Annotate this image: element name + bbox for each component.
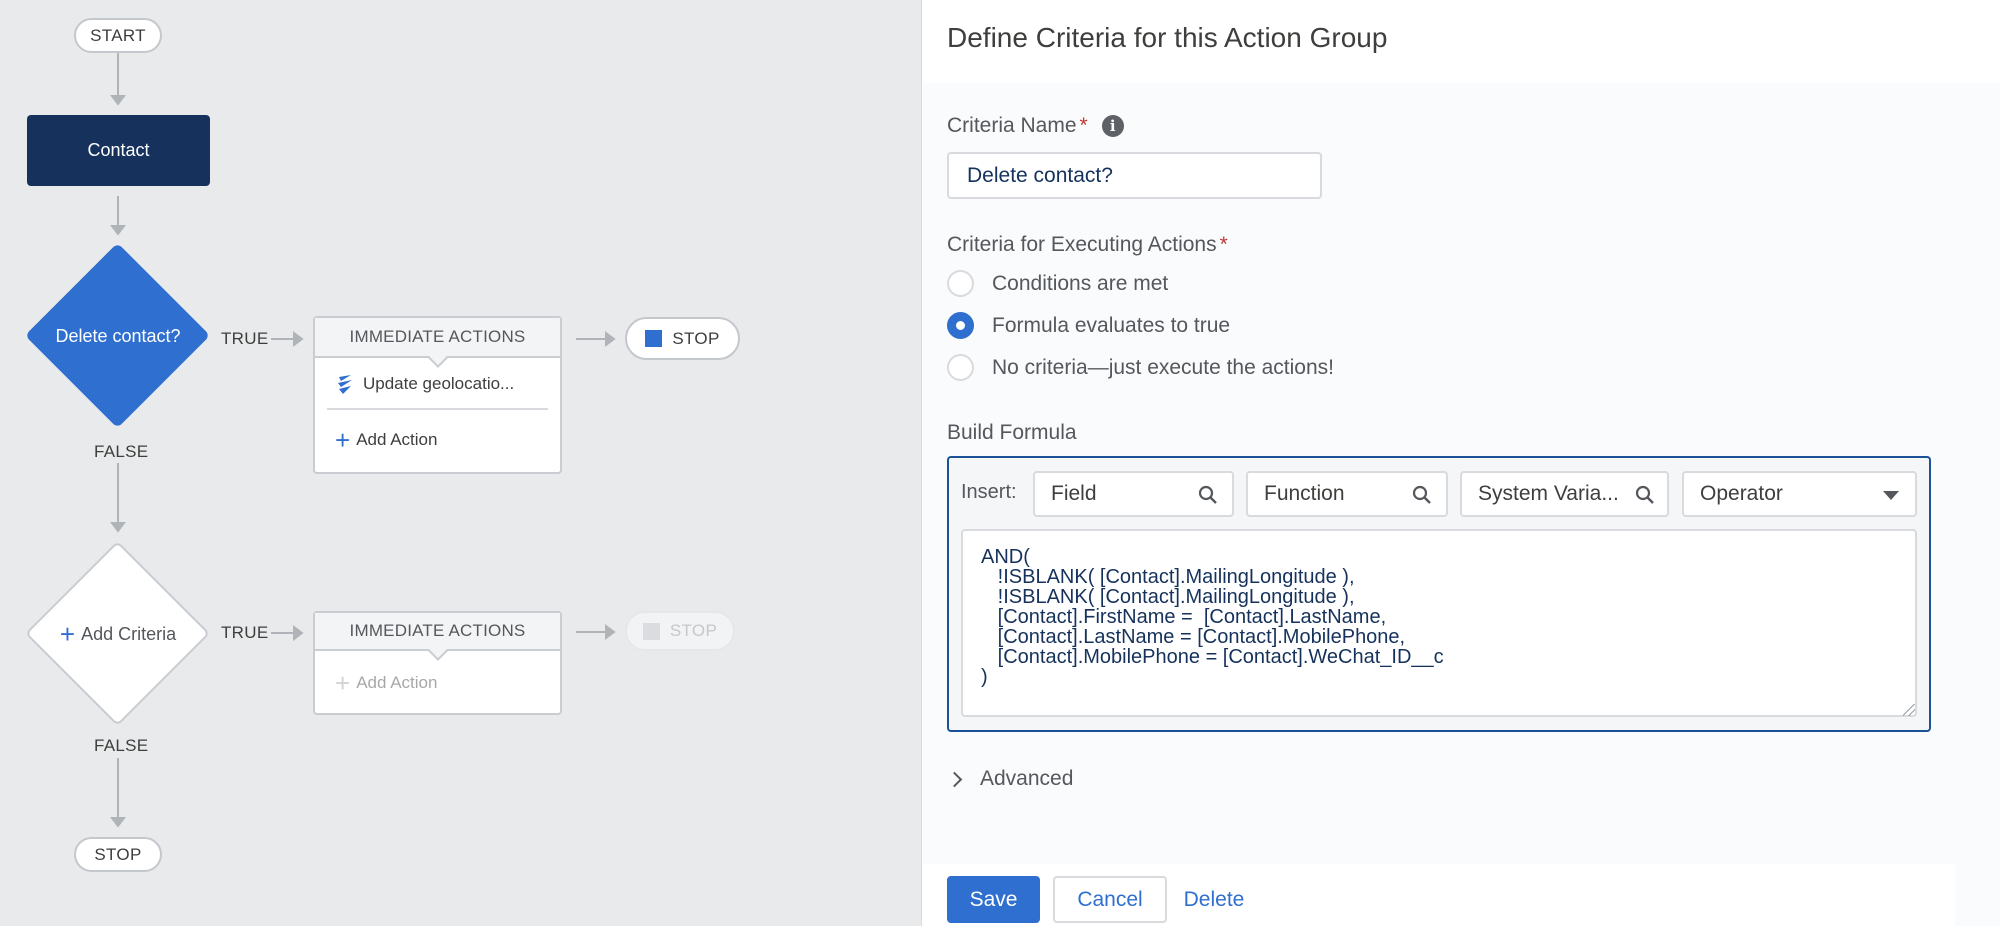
add-action-label: Add Action [356, 430, 438, 449]
radio-label: Formula evaluates to true [992, 313, 1231, 337]
delete-button[interactable]: Delete [1179, 876, 1249, 923]
executing-actions-label-text: Criteria for Executing Actions [947, 233, 1217, 256]
stop-icon [642, 622, 660, 640]
radio-button[interactable] [947, 354, 974, 381]
plus-icon: + [335, 668, 351, 698]
insert-field-text: Operator [1700, 482, 1783, 505]
add-criteria-text: Add Criteria [81, 623, 177, 644]
add-action-button-disabled: + Add Action [315, 651, 560, 715]
advanced-toggle[interactable]: Advanced [946, 767, 1074, 791]
add-action-button[interactable]: + Add Action [315, 410, 560, 470]
required-mark: * [1219, 233, 1228, 256]
criteria-name-label-text: Criteria Name [947, 114, 1077, 137]
plus-icon: + [59, 619, 76, 649]
true-edge-label: TRUE [221, 329, 269, 348]
stop-node-disabled: STOP [625, 611, 735, 651]
stop-node: STOP [625, 317, 740, 360]
chevron-right-icon [946, 771, 963, 787]
radio-formula-true[interactable]: Formula evaluates to true [947, 312, 1230, 339]
formula-builder: Insert: Field Function System Varia... O… [947, 456, 1931, 732]
save-button[interactable]: Save [947, 876, 1040, 923]
criteria-node-label: Delete contact? [55, 325, 181, 346]
insert-system-variable-search[interactable]: System Varia... [1460, 471, 1669, 517]
end-stop-node: STOP [74, 837, 162, 872]
insert-operator-select[interactable]: Operator [1682, 471, 1917, 517]
chevron-down-icon [1883, 491, 1899, 500]
criteria-node-delete-contact[interactable]: Delete contact? [24, 242, 211, 429]
criteria-name-label: Criteria Name * i [947, 114, 1124, 138]
insert-field-text: Field [1051, 482, 1097, 505]
required-mark: * [1079, 114, 1088, 137]
process-canvas: START Contact Delete contact? TRUE FALSE… [0, 0, 922, 926]
executing-actions-label: Criteria for Executing Actions * [947, 233, 1228, 257]
radio-button[interactable] [947, 270, 974, 297]
add-criteria-node[interactable]: + Add Criteria [24, 540, 211, 727]
insert-function-search[interactable]: Function [1246, 471, 1448, 517]
resize-handle-icon[interactable] [1903, 704, 1915, 716]
true-edge-label: TRUE [221, 623, 269, 642]
insert-field-text: Function [1264, 482, 1345, 505]
panel-title: Define Criteria for this Action Group [923, 0, 2000, 83]
insert-label: Insert: [961, 481, 1017, 503]
search-icon [1635, 485, 1655, 511]
radio-button-checked[interactable] [947, 312, 974, 339]
cancel-button[interactable]: Cancel [1053, 876, 1167, 923]
stop-icon [645, 330, 663, 347]
immediate-actions-header: IMMEDIATE ACTIONS [315, 318, 560, 358]
false-edge-label: FALSE [94, 736, 149, 755]
immediate-actions-group: IMMEDIATE ACTIONS Update geolocatio... +… [313, 316, 562, 474]
add-action-label: Add Action [356, 673, 438, 692]
stop-label: STOP [672, 328, 720, 348]
build-formula-label: Build Formula [947, 421, 1077, 444]
false-edge-label: FALSE [94, 442, 149, 461]
object-node-contact[interactable]: Contact [27, 115, 210, 186]
add-criteria-label: + Add Criteria [60, 621, 176, 647]
advanced-label: Advanced [980, 767, 1074, 790]
radio-label: No criteria—just execute the actions! [992, 355, 1334, 379]
search-icon [1412, 485, 1432, 511]
start-node: START [74, 18, 162, 53]
plus-icon: + [335, 425, 351, 455]
radio-label: Conditions are met [992, 271, 1169, 295]
insert-field-search[interactable]: Field [1033, 471, 1234, 517]
radio-no-criteria[interactable]: No criteria—just execute the actions! [947, 354, 1334, 381]
stop-label: STOP [669, 621, 718, 640]
radio-conditions-met[interactable]: Conditions are met [947, 270, 1168, 297]
action-item-label: Update geolocatio... [363, 374, 515, 393]
immediate-actions-group-empty: IMMEDIATE ACTIONS + Add Action [313, 611, 562, 715]
info-icon[interactable]: i [1101, 115, 1124, 137]
criteria-name-input[interactable]: Delete contact? [947, 152, 1322, 199]
search-icon [1198, 485, 1218, 511]
flow-action-icon [335, 373, 355, 395]
criteria-panel: Define Criteria for this Action Group Cr… [923, 0, 2000, 926]
immediate-actions-header: IMMEDIATE ACTIONS [315, 613, 560, 651]
panel-footer: Save Cancel Delete [923, 864, 1955, 926]
formula-textarea[interactable]: AND( !ISBLANK( [Contact].MailingLongitud… [961, 529, 1917, 717]
insert-field-text: System Varia... [1478, 482, 1619, 505]
